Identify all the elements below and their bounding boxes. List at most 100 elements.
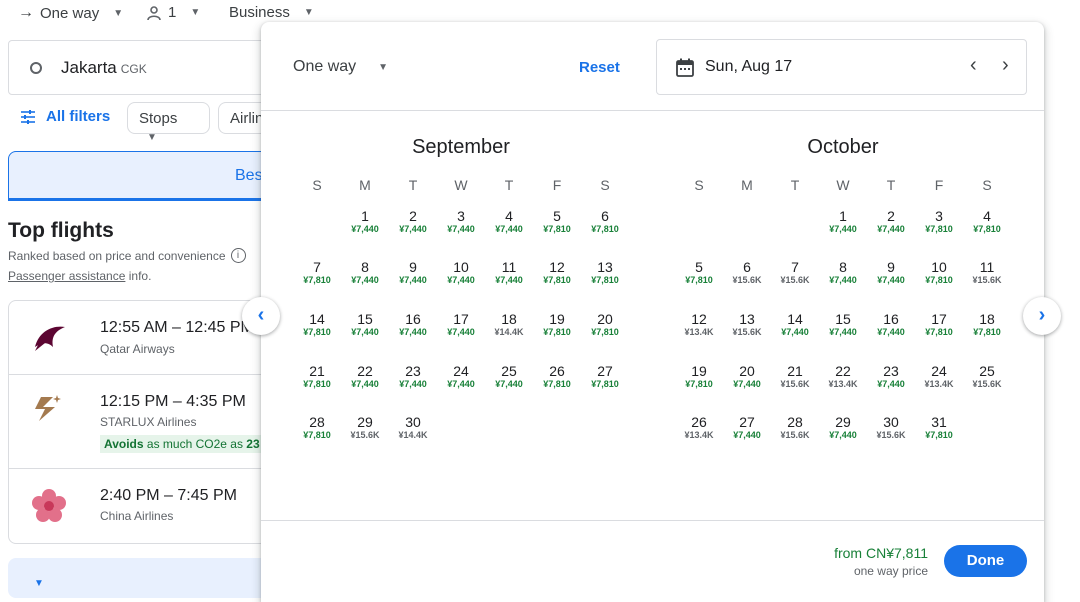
calendar-day[interactable]: 3 ¥7,440 <box>437 208 485 235</box>
day-number: 22 <box>835 363 851 379</box>
calendar-day[interactable]: 14 ¥7,810 <box>293 311 341 338</box>
calendar-day[interactable]: 17 ¥7,440 <box>437 311 485 338</box>
calendar-day[interactable]: 13 ¥7,810 <box>581 259 629 286</box>
month-title: September <box>412 136 510 158</box>
day-number: 9 <box>887 259 895 275</box>
day-price: ¥7,810 <box>591 327 619 337</box>
price-insights-card[interactable]: ▼ <box>8 558 298 598</box>
calendar-day[interactable]: 31 ¥7,810 <box>915 414 963 441</box>
day-price: ¥15.6K <box>780 379 810 389</box>
day-number: 15 <box>835 311 851 327</box>
flight-row[interactable]: 2:40 PM – 7:45 PM China Airlines <box>9 469 297 543</box>
calendar-day[interactable]: 5 ¥7,810 <box>533 208 581 235</box>
calendar-day[interactable]: 25 ¥15.6K <box>963 363 1011 390</box>
calendar-day[interactable]: 28 ¥15.6K <box>771 414 819 441</box>
flight-row[interactable]: 12:15 PM – 4:35 PM STARLUX Airlines Avoi… <box>9 375 297 469</box>
calendar-day[interactable]: 22 ¥13.4K <box>819 363 867 390</box>
day-number: 20 <box>739 363 755 379</box>
trip-type-select[interactable]: → One way ▼ <box>18 4 123 22</box>
previous-month-button[interactable]: ‹ <box>242 297 280 335</box>
calendar-day[interactable]: 18 ¥14.4K <box>485 311 533 338</box>
calendar-day[interactable]: 17 ¥7,810 <box>915 311 963 338</box>
calendar-day[interactable]: 20 ¥7,810 <box>581 311 629 338</box>
calendar-day[interactable]: 8 ¥7,440 <box>341 259 389 286</box>
all-filters-button[interactable]: All filters <box>20 108 110 125</box>
calendar-day[interactable]: 2 ¥7,440 <box>867 208 915 235</box>
calendar-day[interactable]: 29 ¥15.6K <box>341 414 389 441</box>
calendar-day[interactable]: 7 ¥7,810 <box>293 259 341 286</box>
calendar-day[interactable]: 21 ¥15.6K <box>771 363 819 390</box>
calendar-day[interactable]: 26 ¥7,810 <box>533 363 581 390</box>
calendar-day[interactable]: 24 ¥7,440 <box>437 363 485 390</box>
calendar-day[interactable]: 1 ¥7,440 <box>819 208 867 235</box>
calendar-day[interactable]: 27 ¥7,810 <box>581 363 629 390</box>
calendar-day[interactable]: 15 ¥7,440 <box>341 311 389 338</box>
calendar-day[interactable]: 2 ¥7,440 <box>389 208 437 235</box>
calendar-day[interactable]: 10 ¥7,810 <box>915 259 963 286</box>
stops-chip-label: Stops <box>139 110 178 127</box>
calendar-day[interactable]: 3 ¥7,810 <box>915 208 963 235</box>
calendar-day[interactable]: 15 ¥7,440 <box>819 311 867 338</box>
day-number: 14 <box>309 311 325 327</box>
day-number: 2 <box>409 208 417 224</box>
passengers-select[interactable]: 1 ▼ <box>146 4 200 21</box>
calendar-day[interactable]: 27 ¥7,440 <box>723 414 771 441</box>
calendar-day[interactable]: 4 ¥7,440 <box>485 208 533 235</box>
calendar-day[interactable]: 20 ¥7,440 <box>723 363 771 390</box>
departure-date-field[interactable]: Sun, Aug 17 ‹ › <box>656 39 1027 95</box>
calendar-day[interactable]: 5 ¥7,810 <box>675 259 723 286</box>
day-price: ¥7,440 <box>495 379 523 389</box>
stops-filter-chip[interactable]: Stops ▼ <box>127 102 210 143</box>
reset-button[interactable]: Reset <box>579 59 620 76</box>
calendar-day[interactable]: 19 ¥7,810 <box>675 363 723 390</box>
calendar-day[interactable]: 9 ¥7,440 <box>867 259 915 286</box>
calendar-day[interactable]: 4 ¥7,810 <box>963 208 1011 235</box>
calendar-day[interactable]: 11 ¥7,440 <box>485 259 533 286</box>
flight-airline: Qatar Airways <box>100 342 175 356</box>
day-price: ¥15.6K <box>780 430 810 440</box>
calendar-day[interactable]: 18 ¥7,810 <box>963 311 1011 338</box>
next-date-button[interactable]: › <box>1002 54 1009 77</box>
calendar-day[interactable]: 21 ¥7,810 <box>293 363 341 390</box>
calendar-day[interactable]: 30 ¥14.4K <box>389 414 437 441</box>
calendar-day[interactable]: 8 ¥7,440 <box>819 259 867 286</box>
cabin-class-select[interactable]: Business ▼ <box>229 4 314 21</box>
previous-date-button[interactable]: ‹ <box>970 54 977 77</box>
day-price: ¥7,440 <box>829 224 857 234</box>
origin-field[interactable]: Jakarta CGK <box>8 40 298 95</box>
calendar-day[interactable]: 11 ¥15.6K <box>963 259 1011 286</box>
calendar-day[interactable]: 30 ¥15.6K <box>867 414 915 441</box>
calendar-day[interactable]: 12 ¥13.4K <box>675 311 723 338</box>
calendar-day[interactable]: 10 ¥7,440 <box>437 259 485 286</box>
calendar-day[interactable]: 23 ¥7,440 <box>389 363 437 390</box>
origin-circle-icon <box>30 62 42 74</box>
calendar-day[interactable]: 12 ¥7,810 <box>533 259 581 286</box>
calendar-day[interactable]: 6 ¥7,810 <box>581 208 629 235</box>
calendar-day[interactable]: 6 ¥15.6K <box>723 259 771 286</box>
calendar-day[interactable]: 26 ¥13.4K <box>675 414 723 441</box>
day-number: 25 <box>979 363 995 379</box>
passenger-assistance-link[interactable]: Passenger assistance <box>8 269 125 283</box>
calendar-day[interactable]: 23 ¥7,440 <box>867 363 915 390</box>
done-button[interactable]: Done <box>944 545 1027 577</box>
info-icon[interactable]: i <box>230 248 246 263</box>
calendar-day[interactable]: 19 ¥7,810 <box>533 311 581 338</box>
calendar-day[interactable]: 24 ¥13.4K <box>915 363 963 390</box>
best-sort-tab[interactable]: Bes <box>8 151 298 201</box>
calendar-day[interactable]: 22 ¥7,440 <box>341 363 389 390</box>
flight-list: 12:55 AM – 12:45 PM Qatar Airways 12:15 … <box>8 300 298 544</box>
day-number: 11 <box>501 259 517 275</box>
calendar-day[interactable]: 29 ¥7,440 <box>819 414 867 441</box>
calendar-day[interactable]: 25 ¥7,440 <box>485 363 533 390</box>
calendar-day[interactable]: 9 ¥7,440 <box>389 259 437 286</box>
calendar-day[interactable]: 28 ¥7,810 <box>293 414 341 441</box>
calendar-day[interactable]: 16 ¥7,440 <box>867 311 915 338</box>
calendar-day[interactable]: 14 ¥7,440 <box>771 311 819 338</box>
calendar-day[interactable]: 7 ¥15.6K <box>771 259 819 286</box>
calendar-day[interactable]: 16 ¥7,440 <box>389 311 437 338</box>
origin-city: Jakarta CGK <box>61 58 147 78</box>
calendar-day[interactable]: 13 ¥15.6K <box>723 311 771 338</box>
dialog-trip-type-select[interactable]: One way ▼ <box>293 58 388 76</box>
calendar-day[interactable]: 1 ¥7,440 <box>341 208 389 235</box>
next-month-button[interactable]: › <box>1023 297 1061 335</box>
